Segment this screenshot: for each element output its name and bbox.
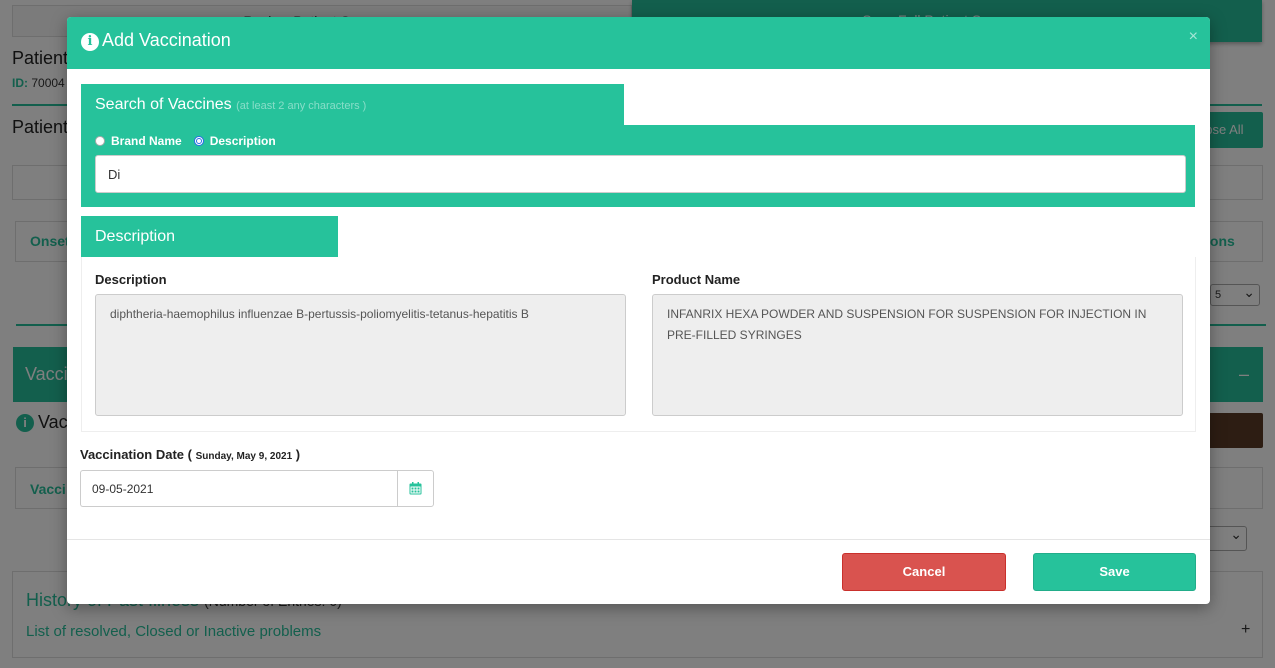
radio-description[interactable] [193,136,204,146]
product-name-label: Product Name [652,272,741,287]
radio-brand-name[interactable] [95,136,105,146]
search-section-title: Search of Vaccines [95,96,232,113]
vaccine-search-input[interactable] [95,155,1186,193]
radio-brand-name-label[interactable]: Brand Name [111,134,182,148]
cancel-button[interactable]: Cancel [842,553,1006,591]
description-section-header: Description [81,216,338,257]
description-section-title: Description [95,228,176,245]
vaccination-date-input[interactable] [80,470,398,507]
info-icon: i [81,33,99,51]
modal-header: i Add Vaccination × [67,17,1210,69]
description-panel: Description diphtheria-haemophilus influ… [81,257,1196,432]
description-textarea: diphtheria-haemophilus influenzae B-pert… [95,294,626,416]
modal-title-text: Add Vaccination [102,30,231,50]
product-name-textarea: INFANRIX HEXA POWDER AND SUSPENSION FOR … [652,294,1183,416]
modal-title: i Add Vaccination [81,30,231,51]
vaccination-date-label: Vaccination Date ( Sunday, May 9, 2021 ) [80,447,300,462]
vaccination-date-long: Sunday, May 9, 2021 [195,451,293,462]
save-button[interactable]: Save [1033,553,1196,591]
radio-description-label[interactable]: Description [210,134,276,148]
modal-footer-divider [67,539,1210,540]
description-label: Description [95,272,167,287]
add-vaccination-modal: i Add Vaccination × Search of Vaccines (a… [67,17,1210,604]
search-hint: (at least 2 any characters ) [236,100,367,112]
search-panel: Brand Name Description [81,125,1195,207]
search-section-header: Search of Vaccines (at least 2 any chara… [81,84,624,125]
vaccination-date-label-close: ) [295,447,301,462]
calendar-icon [409,482,422,495]
close-icon[interactable]: × [1189,28,1198,46]
search-mode-radios: Brand Name Description [95,134,288,148]
calendar-button[interactable] [397,470,434,507]
vaccination-date-label-text: Vaccination Date ( [80,447,192,462]
